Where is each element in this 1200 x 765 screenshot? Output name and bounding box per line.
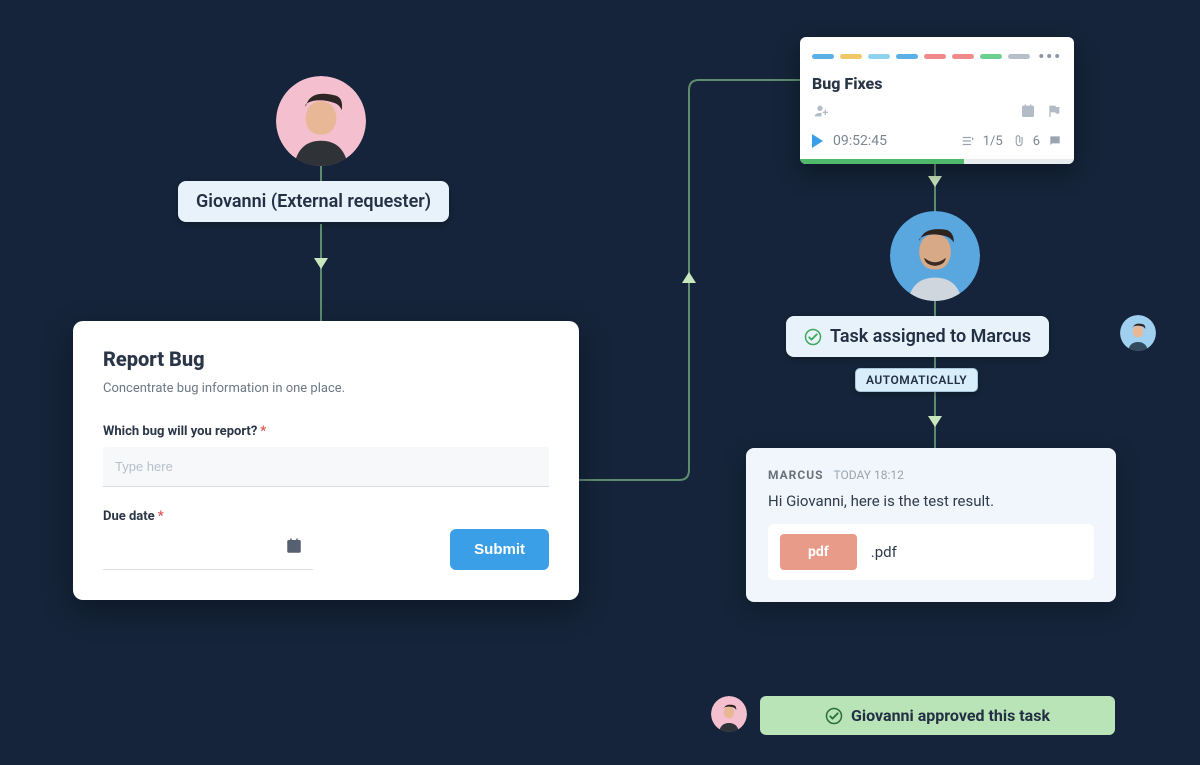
connector-line	[320, 166, 322, 181]
assigned-label: Task assigned to Marcus	[786, 316, 1049, 357]
automatically-badge: AUTOMATICALLY	[855, 368, 978, 392]
connector-line	[579, 80, 801, 486]
tag-row: •••	[800, 37, 1074, 72]
submit-button[interactable]: Submit	[450, 529, 549, 570]
tag-pill	[868, 54, 890, 59]
calendar-icon	[285, 537, 303, 555]
assigned-label-text: Task assigned to Marcus	[830, 326, 1031, 347]
approved-text: Giovanni approved this task	[851, 706, 1050, 725]
play-icon[interactable]	[812, 134, 823, 148]
avatar-giovanni-small	[711, 696, 747, 732]
check-circle-icon	[825, 707, 843, 725]
arrowhead-icon	[928, 416, 942, 427]
attachment-icon	[1011, 134, 1025, 148]
requester-label: Giovanni (External requester)	[178, 181, 449, 222]
avatar-marcus	[890, 211, 980, 301]
check-circle-icon	[804, 328, 822, 346]
comment-author: MARCUS	[768, 468, 824, 482]
connector-line	[934, 300, 936, 316]
form-subtitle: Concentrate bug information in one place…	[103, 381, 549, 396]
arrowhead-icon	[682, 272, 696, 283]
progress-bar	[800, 159, 1074, 164]
task-card[interactable]: ••• Bug Fixes 09:52:45 1/5 6	[800, 37, 1074, 164]
due-date-input[interactable]	[103, 532, 313, 570]
tag-pill	[1008, 54, 1030, 59]
tag-pill	[952, 54, 974, 59]
bug-description-input[interactable]	[103, 447, 549, 487]
more-menu-icon[interactable]: •••	[1038, 47, 1062, 66]
attachment-count: 6	[1033, 134, 1040, 149]
field-label-bug: Which bug will you report?*	[103, 424, 549, 439]
tag-pill	[840, 54, 862, 59]
field-label-due-date: Due date*	[103, 509, 313, 524]
arrowhead-icon	[314, 258, 328, 269]
file-extension: .pdf	[871, 543, 897, 561]
attachment-row[interactable]: pdf .pdf	[768, 524, 1094, 580]
comment-message: Hi Giovanni, here is the test result.	[768, 492, 1094, 510]
form-card: Report Bug Concentrate bug information i…	[73, 321, 579, 600]
approved-bar: Giovanni approved this task	[760, 696, 1115, 735]
connector-line	[320, 224, 322, 322]
avatar-giovanni	[276, 76, 366, 166]
checklist-count: 1/5	[983, 134, 1003, 149]
checklist-icon	[961, 134, 975, 148]
tag-pill	[896, 54, 918, 59]
tag-pill	[980, 54, 1002, 59]
add-assignee-icon[interactable]	[812, 103, 828, 119]
comment-card: MARCUS TODAY 18:12 Hi Giovanni, here is …	[746, 448, 1116, 602]
flag-icon[interactable]	[1046, 103, 1062, 119]
form-title: Report Bug	[103, 347, 549, 371]
task-title: Bug Fixes	[800, 72, 1074, 103]
avatar-side-small	[1120, 315, 1156, 351]
requester-label-text: Giovanni (External requester)	[196, 191, 431, 212]
tag-pill	[924, 54, 946, 59]
calendar-icon[interactable]	[1020, 103, 1036, 119]
tag-pill	[812, 54, 834, 59]
comment-icon	[1048, 134, 1062, 148]
file-type-badge: pdf	[780, 534, 857, 570]
comment-time: TODAY 18:12	[834, 468, 904, 482]
arrowhead-icon	[928, 176, 942, 187]
task-timer: 09:52:45	[833, 133, 887, 149]
